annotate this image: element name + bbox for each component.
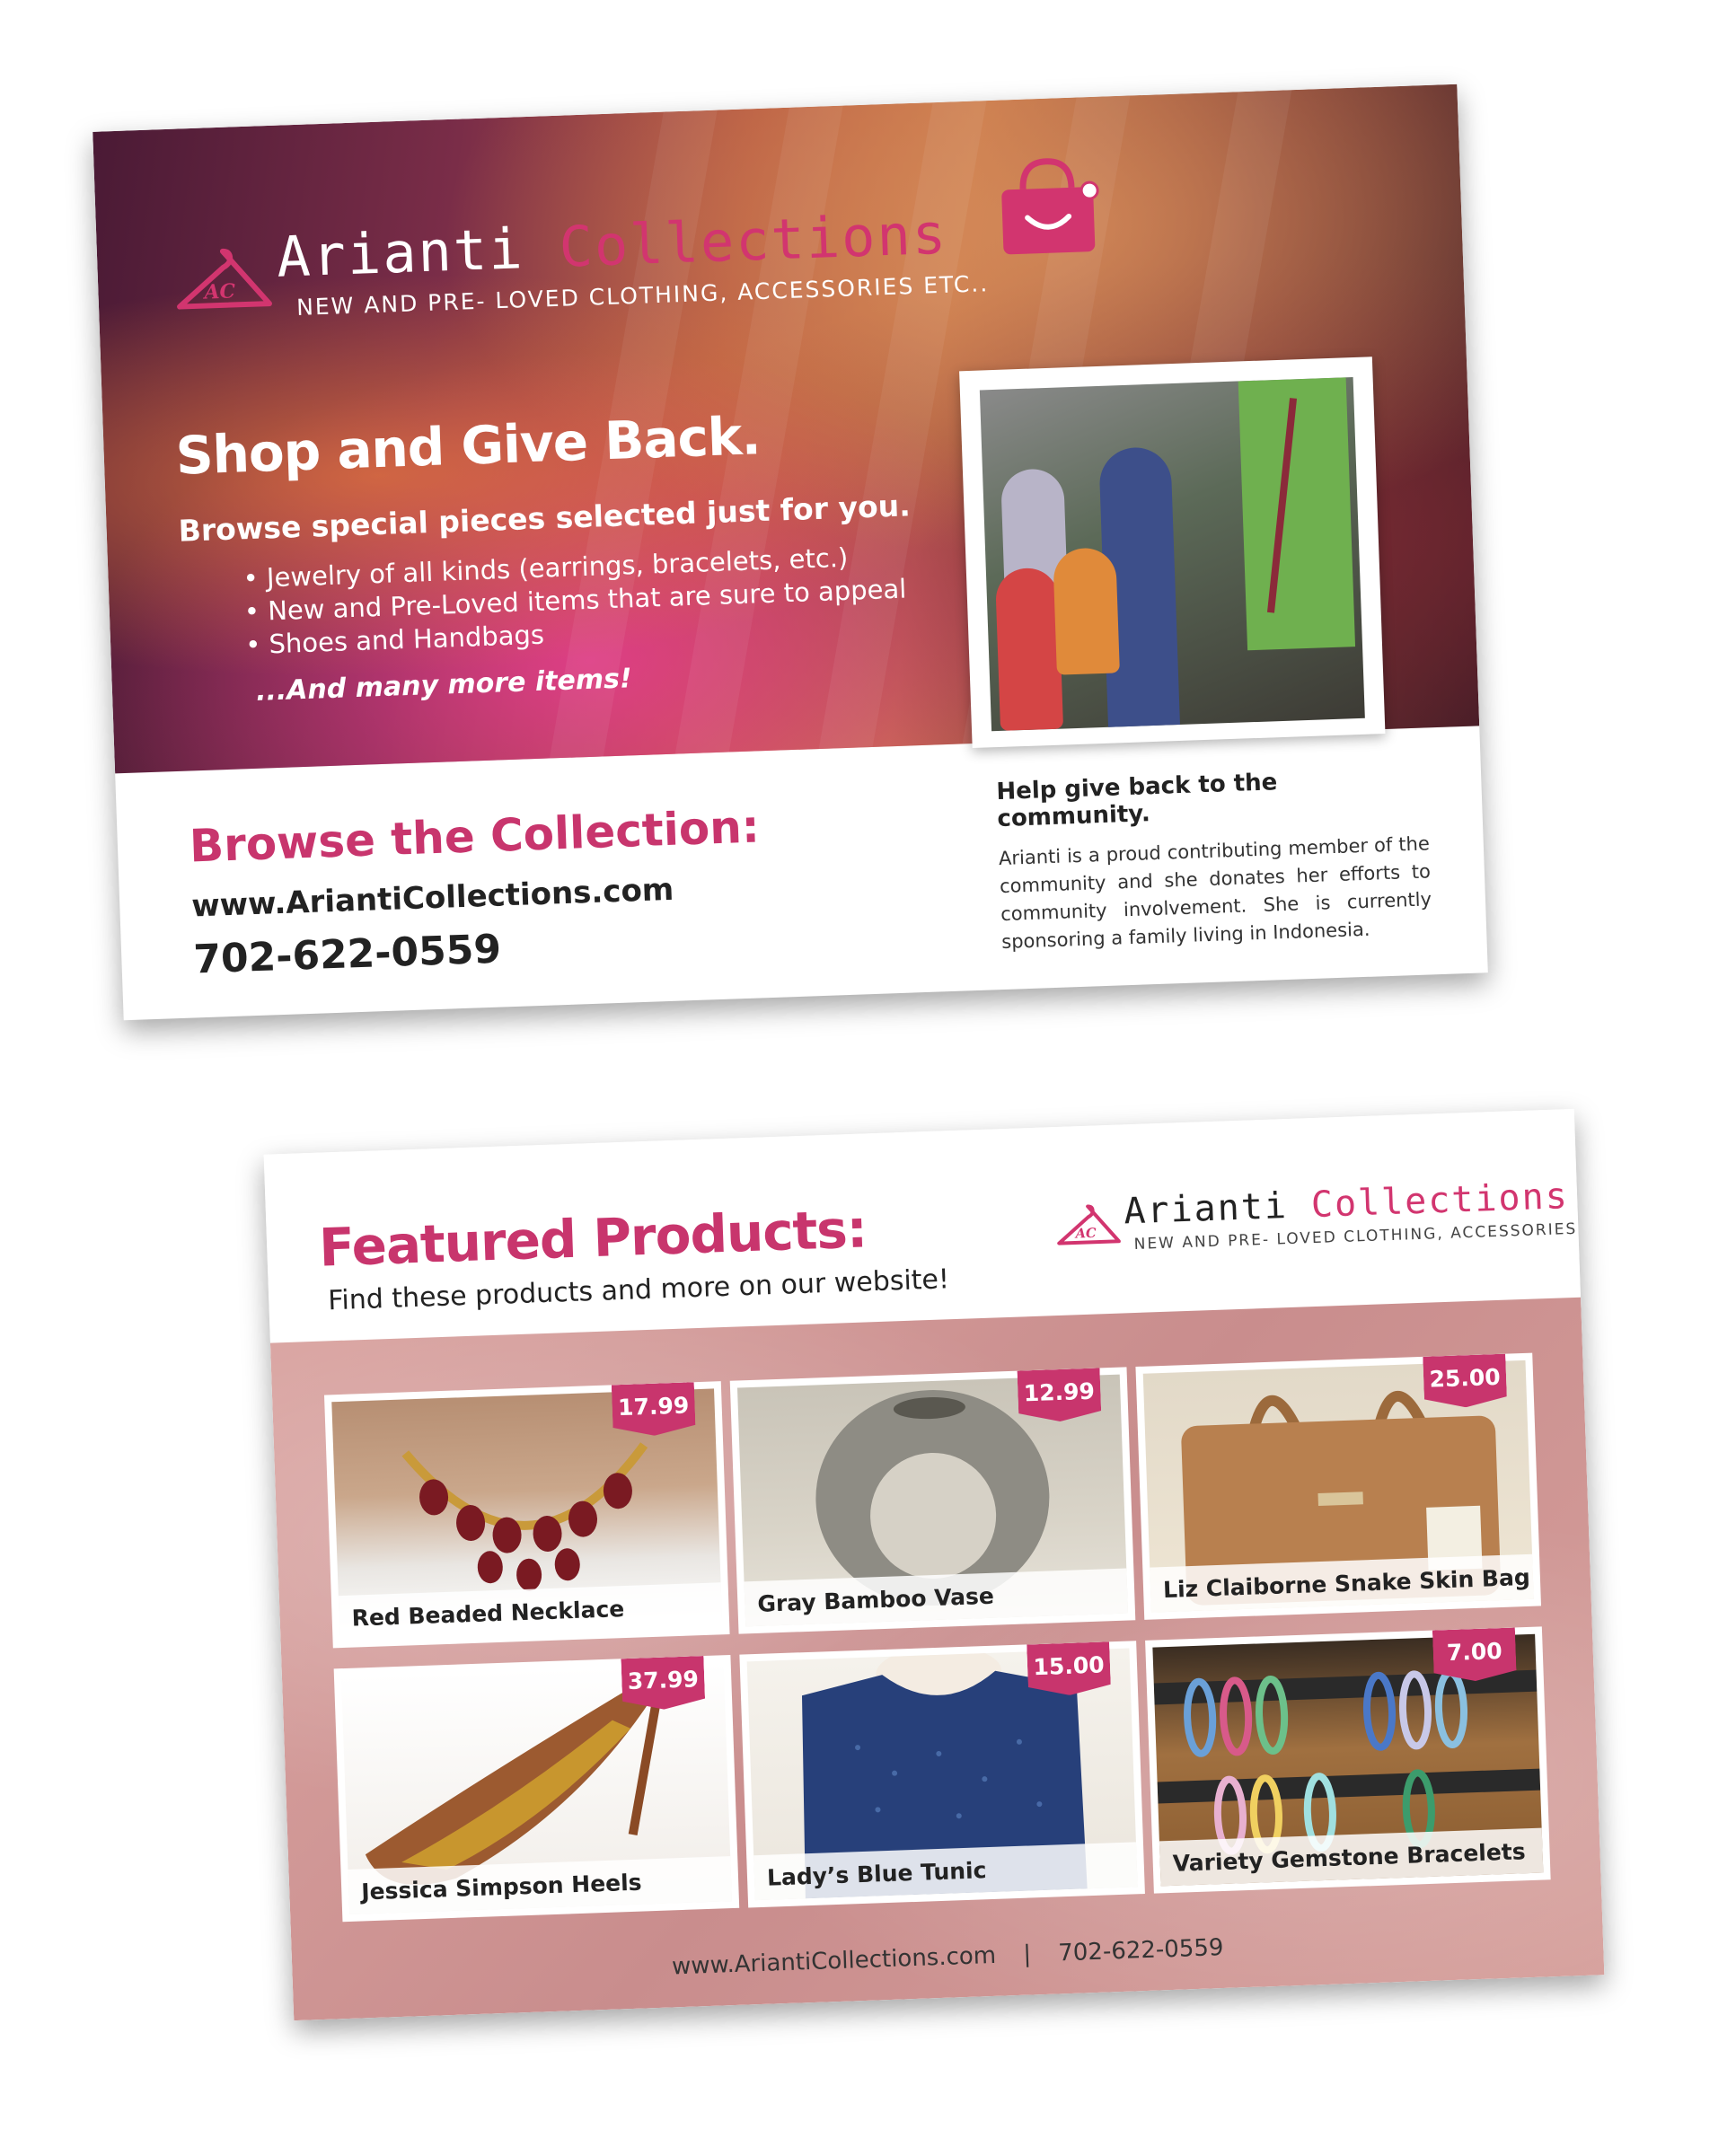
- front-postcard: AC Arianti Collections NEW AND PRE- LOVE…: [93, 84, 1488, 1021]
- browse-block: Browse the Collection: www.AriantiCollec…: [189, 800, 764, 982]
- brand-logo: AC Arianti Collections NEW AND PRE- LOVE…: [1050, 1140, 1604, 1257]
- product-card[interactable]: Liz Claiborne Snake Skin Bag 25.00: [1135, 1352, 1542, 1620]
- featured-title: Featured Products:: [318, 1198, 868, 1279]
- footer-phone[interactable]: 702-622-0559: [1058, 1934, 1224, 1967]
- phone-number[interactable]: 702-622-0559: [193, 917, 764, 983]
- shopping-bag-icon: [988, 151, 1108, 262]
- give-back-body: Arianti is a proud contributing member o…: [998, 832, 1432, 954]
- website-link[interactable]: www.AriantiCollections.com: [191, 868, 762, 925]
- give-back-block: Help give back to the community. Arianti…: [996, 763, 1433, 956]
- product-card[interactable]: Variety Gemstone Bracelets 7.00: [1145, 1626, 1551, 1894]
- family-photo: [979, 377, 1365, 732]
- give-back-title: Help give back to the community.: [995, 769, 1278, 833]
- svg-text:AC: AC: [1073, 1226, 1097, 1242]
- product-card[interactable]: Lady’s Blue Tunic 15.00: [739, 1641, 1145, 1908]
- hero-subheading: Browse special pieces selected just for …: [178, 488, 912, 549]
- feature-list: Jewelry of all kinds (earrings, bracelet…: [242, 537, 973, 662]
- product-card[interactable]: Red Beaded Necklace 17.99: [323, 1381, 730, 1649]
- hanger-icon: AC: [1052, 1198, 1125, 1256]
- footer-separator: |: [1022, 1940, 1032, 1968]
- browse-title: Browse the Collection:: [189, 800, 761, 873]
- hero-text-block: Shop and Give Back. Browse special piece…: [175, 398, 975, 710]
- family-photo-frame: [959, 356, 1386, 749]
- product-card[interactable]: Gray Bamboo Vase 12.99: [729, 1367, 1136, 1634]
- back-postcard: Featured Products: Find these products a…: [263, 1108, 1605, 2021]
- monogram: AC: [202, 279, 236, 304]
- product-card[interactable]: Jessica Simpson Heels 37.99: [333, 1654, 740, 1923]
- hanger-icon: AC: [169, 241, 279, 325]
